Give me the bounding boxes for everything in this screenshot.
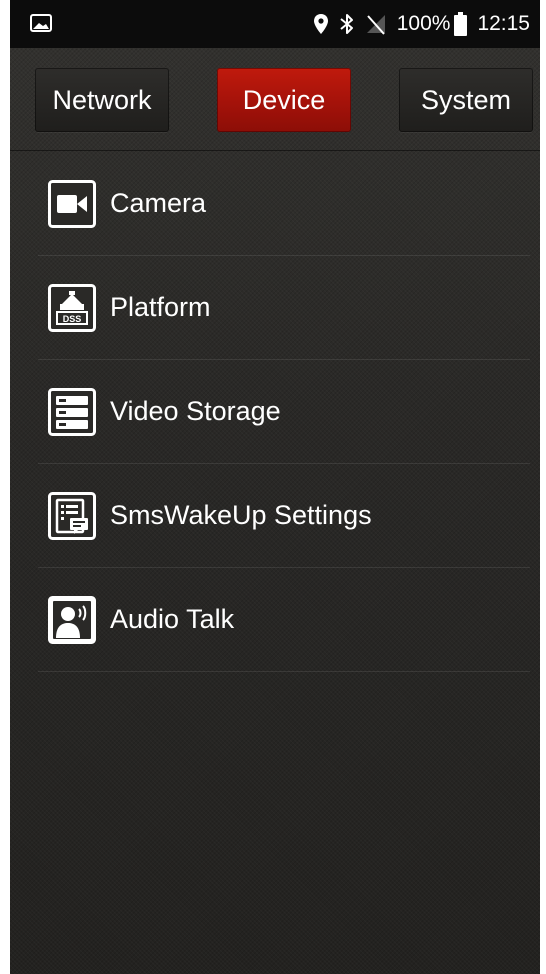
menu-item-video-storage[interactable]: Video Storage bbox=[38, 360, 530, 464]
storage-icon bbox=[48, 387, 96, 436]
location-pin-icon bbox=[313, 13, 329, 35]
dss-platform-icon: DSS bbox=[48, 283, 96, 332]
tab-network[interactable]: Network bbox=[35, 68, 169, 132]
battery-indicator: 100% bbox=[397, 12, 468, 36]
svg-text:DSS: DSS bbox=[63, 314, 82, 324]
menu-item-audio-talk[interactable]: Audio Talk bbox=[38, 568, 530, 672]
menu-item-label: Platform bbox=[110, 292, 211, 322]
menu-item-label: Audio Talk bbox=[110, 604, 235, 634]
no-signal-icon bbox=[365, 13, 387, 35]
app-screen: 100% 12:15 Network Device System Camera … bbox=[10, 0, 540, 974]
menu-item-smswakeup-settings[interactable]: SmsWakeUp Settings bbox=[38, 464, 530, 568]
menu-item-camera[interactable]: Camera bbox=[38, 152, 530, 256]
menu-item-label: Camera bbox=[110, 188, 207, 218]
bluetooth-icon bbox=[339, 13, 355, 35]
audio-talk-icon bbox=[48, 595, 96, 644]
tab-bar: Network Device System bbox=[10, 48, 540, 151]
sms-wakeup-icon bbox=[48, 491, 96, 540]
clock: 12:15 bbox=[477, 12, 530, 35]
menu-item-label: SmsWakeUp Settings bbox=[110, 500, 372, 530]
battery-icon bbox=[454, 12, 468, 36]
status-bar: 100% 12:15 bbox=[10, 0, 540, 48]
device-menu-list: Camera DSS Platform Video Storage SmsWak… bbox=[38, 152, 530, 672]
battery-percent: 100% bbox=[396, 12, 451, 35]
status-icons: 100% 12:15 bbox=[313, 0, 530, 48]
camera-icon bbox=[48, 179, 96, 228]
image-notification-icon bbox=[30, 14, 52, 32]
tab-device[interactable]: Device bbox=[217, 68, 351, 132]
menu-item-platform[interactable]: DSS Platform bbox=[38, 256, 530, 360]
tab-system[interactable]: System bbox=[399, 68, 533, 132]
menu-item-label: Video Storage bbox=[110, 396, 281, 426]
